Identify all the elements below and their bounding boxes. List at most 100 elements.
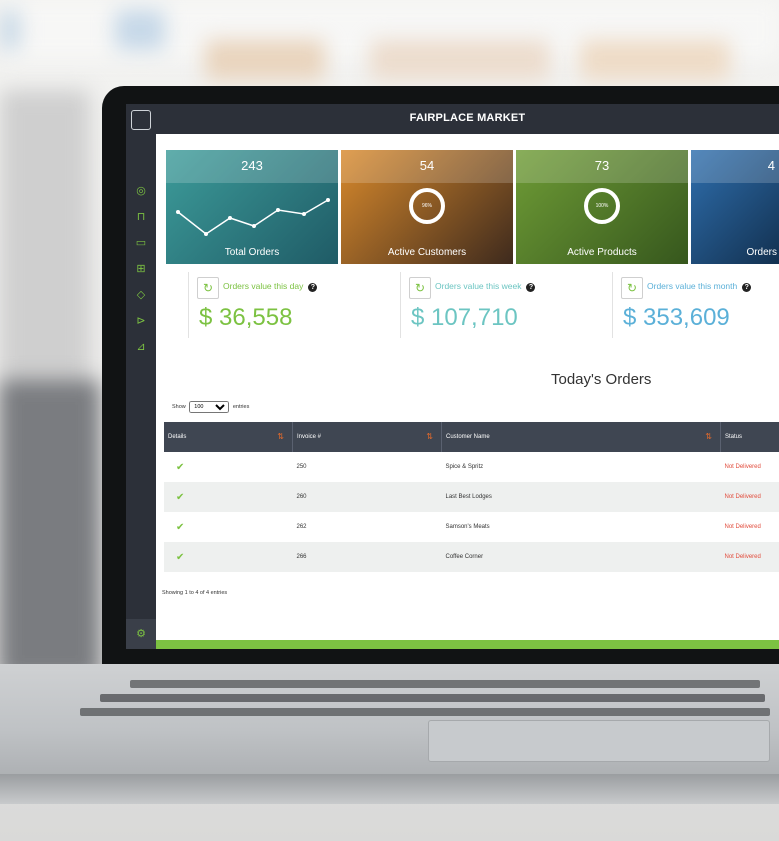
customer-cell: Spice & Spritz [445,464,484,470]
logo-icon[interactable] [131,110,151,130]
sidebar: ◎ ⊓ ▭ ⊞ ◇ ⊳ ⊿ ⚙ [126,104,156,649]
stat-day: ↻ Orders value this day? $ 36,558 [188,272,389,338]
app-title: FAIRPLACE MARKET [409,112,526,124]
cart-icon[interactable]: ⊓ [134,210,148,224]
customer-cell: Coffee Corner [445,554,484,560]
card-label: Active Products [567,247,637,258]
card-label: Active Customers [387,247,467,258]
trackpad [428,720,770,762]
folder-icon[interactable]: ▭ [134,236,148,250]
status-cell: Not Delivered [724,464,761,470]
column-header-status[interactable]: Status [720,422,779,452]
card-label: Orders [746,247,777,258]
table-header-row: Details ⇅ Invoice # ⇅ Customer Name ⇅ Statu… [164,422,779,452]
show-suffix: entries [232,404,250,410]
check-edit-icon[interactable]: ✔ [164,452,293,482]
progress-ring: 100% [584,188,620,224]
cubes-icon[interactable]: ⊞ [134,262,148,276]
check-edit-icon[interactable]: ✔ [164,482,293,512]
card-total-orders[interactable]: 243 Total Orders [166,150,338,264]
check-edit-icon[interactable]: ✔ [164,542,293,572]
table-row[interactable]: ✔ 260 Last Best Lodges Not Delivered [164,482,779,512]
stat-label-text: Orders value this month [647,281,738,291]
column-label: Details [168,434,187,440]
bg-furniture [0,380,100,680]
column-label: Customer Name [446,434,490,440]
user-circle-icon[interactable]: ◎ [134,184,148,198]
column-header-invoice[interactable]: Invoice # ⇅ [292,422,442,452]
card-value: 243 [241,158,263,173]
column-header-details[interactable]: Details ⇅ [164,422,293,452]
laptop-base-edge [0,774,779,804]
trend-line-icon [176,198,330,236]
card-value: 73 [594,158,610,173]
stat-value: $ 107,710 [411,304,518,331]
card-value: 54 [419,158,435,173]
refresh-icon[interactable]: ↻ [409,277,431,299]
laptop-screen: ◎ ⊓ ▭ ⊞ ◇ ⊳ ⊿ ⚙ FAIRPLACE MARKET 243 Tot… [126,104,779,649]
customer-cell: Samson's Meats [445,524,490,530]
entries-control: Show 100 entries [172,401,249,413]
column-header-customer[interactable]: Customer Name ⇅ [441,422,721,452]
tag-icon[interactable]: ◇ [134,288,148,302]
entries-select[interactable]: 100 [189,401,230,413]
column-label: Invoice # [297,434,322,440]
ring-label: 96% [421,203,432,209]
progress-ring: 96% [409,188,445,224]
card-active-products[interactable]: 73 100% Active Products [516,150,688,264]
customer-cell: Last Best Lodges [445,494,492,500]
table-row[interactable]: ✔ 262 Samson's Meats Not Delivered [164,512,779,542]
column-label: Status [725,434,743,440]
status-cell: Not Delivered [724,554,761,560]
help-icon[interactable]: ? [742,283,752,292]
stat-label: Orders value this month? [647,281,752,292]
orders-table: Details ⇅ Invoice # ⇅ Customer Name ⇅ Statu… [164,422,779,572]
invoice-cell: 266 [296,554,307,560]
stat-month: ↻ Orders value this month? $ 353,609 [612,272,779,338]
section-title: Today's Orders [551,371,652,388]
card-label: Total Orders [224,247,280,258]
bg-shelf [370,40,550,80]
check-edit-icon[interactable]: ✔ [164,512,293,542]
status-cell: Not Delivered [724,524,761,530]
bg-shelf [580,40,730,80]
summary-cards: 243 Total Orders 54 96% Active Customers… [166,150,779,264]
key-row [130,680,760,688]
card-active-customers[interactable]: 54 96% Active Customers [341,150,513,264]
table-row[interactable]: ✔ 266 Coffee Corner Not Delivered [164,542,779,572]
footer-accent-bar [156,640,779,649]
refresh-icon[interactable]: ↻ [197,277,219,299]
chart-icon[interactable]: ⊿ [134,340,148,354]
stat-label: Orders value this day? [223,281,318,292]
ring-label: 100% [595,203,609,209]
stat-value: $ 353,609 [623,304,730,331]
bg-shelf [205,40,325,80]
key-row [100,694,765,702]
stat-label: Orders value this week? [435,281,536,292]
top-bar: FAIRPLACE MARKET [156,104,779,134]
bg-window [0,10,20,50]
table-info: Showing 1 to 4 of 4 entries [162,590,228,596]
table-row[interactable]: ✔ 250 Spice & Spritz Not Delivered [164,452,779,482]
stat-value: $ 36,558 [199,304,293,331]
status-cell: Not Delivered [724,494,761,500]
card-orders[interactable]: 4 Orders [691,150,779,264]
help-icon[interactable]: ? [308,283,318,292]
invoice-cell: 250 [296,464,307,470]
sort-icon[interactable]: ⇅ [705,432,712,441]
invoice-cell: 260 [296,494,307,500]
truck-icon[interactable]: ⊳ [134,314,148,328]
stat-label-text: Orders value this week [435,281,522,291]
stat-week: ↻ Orders value this week? $ 107,710 [400,272,601,338]
bg-window [115,10,165,50]
sort-icon[interactable]: ⇅ [426,432,433,441]
refresh-icon[interactable]: ↻ [621,277,643,299]
help-icon[interactable]: ? [526,283,536,292]
show-prefix: Show [172,404,186,410]
stat-label-text: Orders value this day [223,281,304,291]
sort-icon[interactable]: ⇅ [277,432,284,441]
card-value: 4 [767,158,775,173]
settings-icon[interactable]: ⚙ [126,619,156,649]
key-row [80,708,770,716]
invoice-cell: 262 [296,524,307,530]
